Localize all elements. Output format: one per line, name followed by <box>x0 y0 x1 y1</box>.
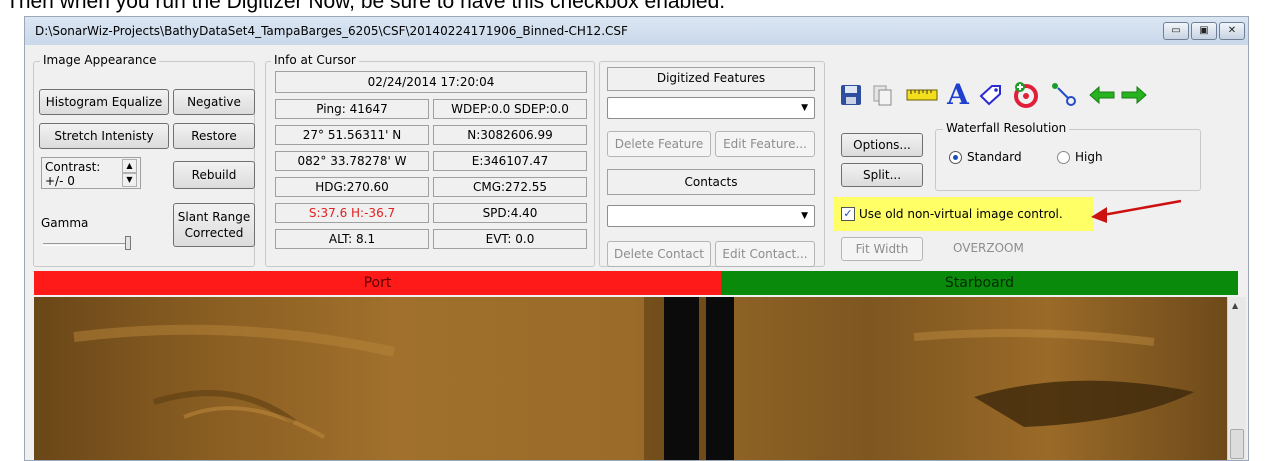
info-at-cursor-legend: Info at Cursor <box>271 53 359 67</box>
spin-down-icon[interactable]: ▼ <box>122 173 137 187</box>
cursor-speed: SPD:4.40 <box>433 203 587 223</box>
copy-icon[interactable] <box>871 83 895 107</box>
cursor-longitude: 082° 33.78278' W <box>275 151 429 171</box>
forward-arrow-icon[interactable] <box>1119 83 1149 107</box>
cursor-heading: HDG:270.60 <box>275 177 429 197</box>
stretch-intensity-button[interactable]: Stretch Intenisty <box>39 123 169 149</box>
contrast-spinner[interactable]: Contrast: +/- 0 ▲ ▼ <box>41 157 141 189</box>
negative-button[interactable]: Negative <box>173 89 255 115</box>
high-label: High <box>1075 150 1103 164</box>
cursor-wdep: WDEP:0.0 SDEP:0.0 <box>433 99 587 119</box>
scrollbar-thumb[interactable] <box>1230 429 1244 459</box>
port-channel-bar: Port <box>34 271 721 295</box>
delete-feature-button[interactable]: Delete Feature <box>607 131 711 157</box>
cursor-event: EVT: 0.0 <box>433 229 587 249</box>
sonar-waterfall-image[interactable] <box>34 297 1227 460</box>
cursor-cmg: CMG:272.55 <box>433 177 587 197</box>
cursor-altitude: ALT: 8.1 <box>275 229 429 249</box>
ruler-icon[interactable] <box>905 83 939 107</box>
cursor-easting: E:346107.47 <box>433 151 587 171</box>
standard-radio[interactable] <box>949 151 962 164</box>
cursor-slant: S:37.6 H:-36.7 <box>275 203 429 223</box>
non-virtual-image-label: Use old non-virtual image control. <box>859 207 1063 221</box>
text-icon[interactable]: A <box>945 78 971 111</box>
high-radio[interactable] <box>1057 151 1070 164</box>
starboard-channel-bar: Starboard <box>721 271 1238 295</box>
contacts-header: Contacts <box>607 169 815 195</box>
cursor-northing: N:3082606.99 <box>433 125 587 145</box>
sonar-texture <box>73 297 1194 460</box>
cursor-ping: Ping: 41647 <box>275 99 429 119</box>
add-target-icon[interactable] <box>1011 79 1041 109</box>
contrast-label: Contrast: <box>45 160 101 174</box>
slant-range-line2: Corrected <box>184 226 244 240</box>
gamma-slider-thumb[interactable] <box>125 236 131 250</box>
edit-contact-button[interactable]: Edit Contact... <box>715 241 815 267</box>
back-arrow-icon[interactable] <box>1087 83 1117 107</box>
edit-feature-button[interactable]: Edit Feature... <box>715 131 815 157</box>
cursor-latitude: 27° 51.56311' N <box>275 125 429 145</box>
gamma-slider-track[interactable] <box>43 243 129 246</box>
restore-button[interactable]: Restore <box>173 123 255 149</box>
scroll-up-icon[interactable]: ▲ <box>1232 301 1238 310</box>
contacts-combo[interactable]: ▼ <box>607 205 815 227</box>
non-virtual-image-checkbox[interactable]: ✓ <box>841 207 855 221</box>
sonar-viewer-window: D:\SonarWiz-Projects\BathyDataSet4_Tampa… <box>24 16 1249 461</box>
close-button[interactable]: ✕ <box>1219 22 1245 40</box>
radio-dot-icon <box>953 155 958 160</box>
split-button[interactable]: Split... <box>841 163 923 187</box>
slant-range-corrected-button[interactable]: Slant Range Corrected <box>173 203 255 247</box>
tag-icon[interactable] <box>977 83 1003 107</box>
digitized-features-header: Digitized Features <box>607 67 815 91</box>
chevron-down-icon: ▼ <box>801 211 808 221</box>
minimize-button[interactable]: ▭ <box>1163 22 1189 40</box>
annotation-arrow-icon <box>1091 199 1182 223</box>
standard-label: Standard <box>967 150 1022 164</box>
save-icon[interactable] <box>839 83 863 107</box>
maximize-button[interactable]: ▣ <box>1191 22 1217 40</box>
options-button[interactable]: Options... <box>841 133 923 157</box>
fit-width-button[interactable]: Fit Width <box>841 237 923 261</box>
spin-up-icon[interactable]: ▲ <box>122 159 137 173</box>
window-title: D:\SonarWiz-Projects\BathyDataSet4_Tampa… <box>35 24 628 38</box>
instruction-caption: Then when you run the Digitizer Now, be … <box>6 0 726 13</box>
digitized-group <box>599 61 825 267</box>
path-tool-icon[interactable] <box>1049 79 1079 109</box>
waterfall-resolution-legend: Waterfall Resolution <box>943 121 1070 135</box>
chevron-down-icon: ▼ <box>801 103 808 113</box>
delete-contact-button[interactable]: Delete Contact <box>607 241 711 267</box>
contrast-value: +/- 0 <box>45 174 75 188</box>
title-bar: D:\SonarWiz-Projects\BathyDataSet4_Tampa… <box>25 17 1248 45</box>
vertical-scrollbar[interactable]: ▲ <box>1227 297 1246 460</box>
cursor-datetime: 02/24/2014 17:20:04 <box>275 71 587 93</box>
overzoom-label: OVERZOOM <box>953 241 1024 255</box>
histogram-equalize-button[interactable]: Histogram Equalize <box>39 89 169 115</box>
gamma-label: Gamma <box>41 216 89 230</box>
slant-range-line1: Slant Range <box>177 210 251 224</box>
rebuild-button[interactable]: Rebuild <box>173 161 255 189</box>
image-appearance-legend: Image Appearance <box>40 53 160 67</box>
features-combo[interactable]: ▼ <box>607 97 815 119</box>
